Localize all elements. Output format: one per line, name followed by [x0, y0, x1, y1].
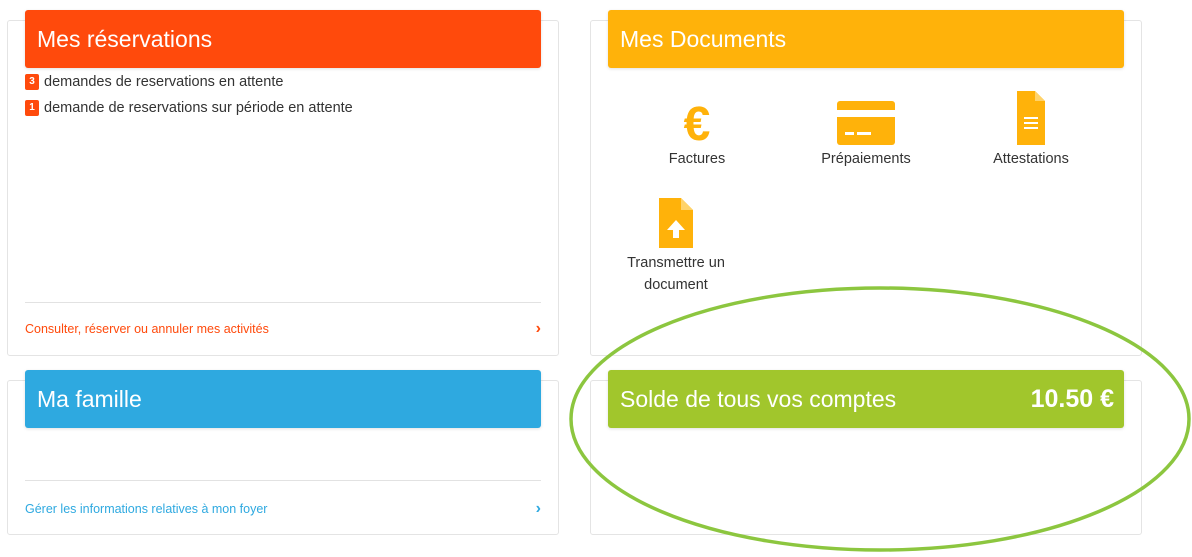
euro-icon: €	[684, 99, 711, 145]
document-icon	[1017, 91, 1045, 145]
pending-period-reservations-line: 1 demande de reservations sur période en…	[25, 100, 353, 116]
upload-document-icon	[659, 198, 693, 248]
chevron-right-icon[interactable]: ›	[536, 320, 541, 338]
attestations-label[interactable]: Attestations	[993, 151, 1069, 167]
solde-header: Solde de tous vos comptes 10.50 €	[608, 370, 1124, 428]
upload-document-button[interactable]: Transmettre un document	[616, 196, 736, 296]
famille-card: Ma famille Gérer les informations relati…	[7, 370, 559, 535]
documents-card: Mes Documents € Factures Prépaiements At…	[590, 10, 1142, 356]
documents-title: Mes Documents	[620, 25, 787, 52]
chevron-right-icon[interactable]: ›	[536, 500, 541, 518]
pending-reservations-text: demandes de reservations en attente	[44, 74, 284, 90]
count-badge: 3	[25, 74, 39, 90]
manage-activities-link[interactable]: Consulter, réserver ou annuler mes activ…	[25, 320, 541, 338]
factures-label[interactable]: Factures	[669, 151, 725, 167]
documents-header: Mes Documents	[608, 10, 1124, 68]
attestations-button[interactable]: Attestations	[971, 89, 1091, 167]
famille-header: Ma famille	[25, 370, 541, 428]
solde-title: Solde de tous vos comptes	[620, 385, 897, 412]
reservations-card: Mes réservations 3 demandes de reservati…	[7, 10, 559, 356]
solde-card: Solde de tous vos comptes 10.50 €	[590, 370, 1142, 535]
factures-button[interactable]: € Factures	[637, 89, 757, 167]
reservations-title: Mes réservations	[37, 25, 213, 52]
reservations-header: Mes réservations	[25, 10, 541, 68]
prepaiements-button[interactable]: Prépaiements	[806, 89, 926, 167]
manage-household-link[interactable]: Gérer les informations relatives à mon f…	[25, 500, 541, 518]
divider	[25, 302, 541, 303]
credit-card-icon	[837, 101, 895, 145]
prepaiements-label[interactable]: Prépaiements	[821, 151, 910, 167]
pending-reservations-line: 3 demandes de reservations en attente	[25, 74, 283, 90]
count-badge: 1	[25, 100, 39, 116]
solde-amount: 10.50 €	[1030, 384, 1114, 413]
famille-title: Ma famille	[37, 385, 142, 412]
pending-period-reservations-text: demande de reservations sur période en a…	[44, 100, 353, 116]
upload-document-label[interactable]: Transmettre un document	[627, 255, 725, 293]
manage-activities-link-text[interactable]: Consulter, réserver ou annuler mes activ…	[25, 322, 269, 336]
svg-text:€: €	[684, 99, 711, 145]
manage-household-link-text[interactable]: Gérer les informations relatives à mon f…	[25, 502, 267, 516]
divider	[25, 480, 541, 481]
